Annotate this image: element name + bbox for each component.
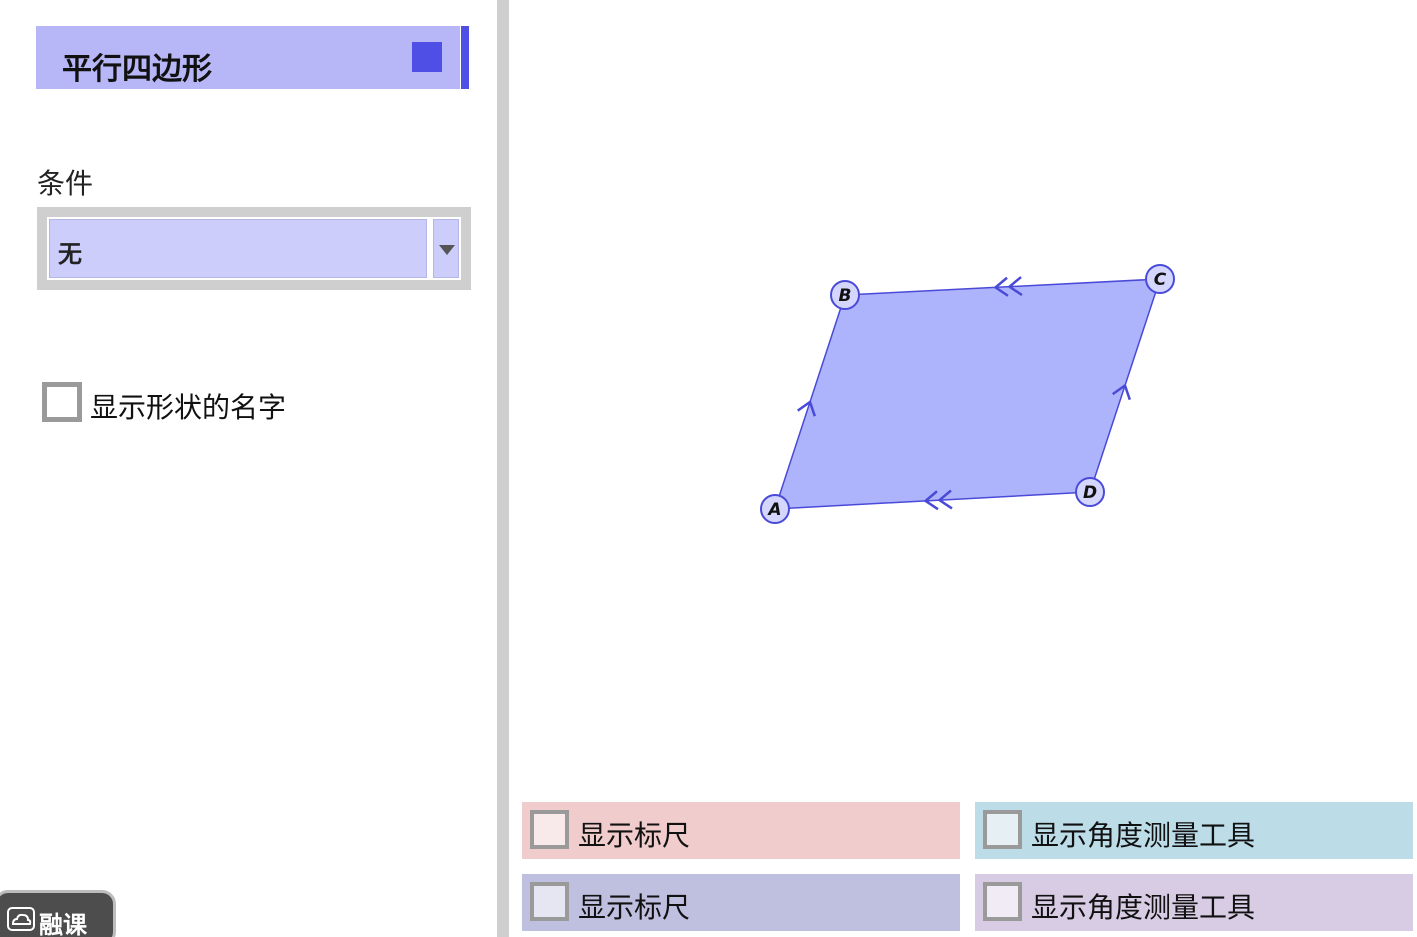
condition-select-inner: 无	[47, 217, 461, 280]
protractor-label-2: 显示角度测量工具	[1031, 891, 1256, 924]
tool-button-protractor-1[interactable]: 显示角度测量工具	[975, 802, 1413, 859]
parallelogram-figure: A B C D	[760, 264, 1175, 524]
ruler-label-2: 显示标尺	[578, 891, 691, 924]
show-shape-name-checkbox[interactable]	[42, 382, 82, 422]
vertex-label-c: C	[1154, 270, 1167, 290]
show-shape-name-label: 显示形状的名字	[90, 391, 287, 424]
ruler-checkbox-2[interactable]	[530, 882, 569, 921]
color-swatch-icon[interactable]	[412, 42, 442, 72]
app: 平行四边形 条件 无 显示形状的名字 融课 A B C D 显示标尺 显示角度测…	[0, 0, 1417, 937]
condition-select[interactable]: 无	[37, 207, 471, 290]
chevron-down-icon	[439, 245, 455, 255]
protractor-checkbox-1[interactable]	[983, 810, 1022, 849]
condition-select-toggle[interactable]	[433, 219, 459, 278]
condition-selected-value: 无	[58, 240, 82, 268]
tool-button-protractor-2[interactable]: 显示角度测量工具	[975, 874, 1413, 931]
ruler-checkbox-1[interactable]	[530, 810, 569, 849]
logo-text: 融课	[39, 911, 87, 937]
cloud-icon	[7, 907, 35, 931]
panel-divider[interactable]	[497, 0, 509, 937]
vertex-label-a: A	[766, 500, 781, 520]
condition-label: 条件	[37, 167, 94, 200]
protractor-label-1: 显示角度测量工具	[1031, 819, 1256, 852]
protractor-checkbox-2[interactable]	[983, 882, 1022, 921]
tool-button-ruler-1[interactable]: 显示标尺	[522, 802, 960, 859]
condition-select-field[interactable]: 无	[49, 219, 427, 278]
vertex-label-b: B	[839, 286, 852, 306]
ruler-label-1: 显示标尺	[578, 819, 691, 852]
title-accent-bar	[461, 26, 469, 89]
geometry-canvas[interactable]: A B C D 显示标尺 显示角度测量工具 显示标尺 显示角度测量工具	[509, 0, 1417, 937]
page-title: 平行四边形	[62, 52, 212, 87]
vertex-label-d: D	[1083, 483, 1097, 503]
left-panel: 平行四边形 条件 无 显示形状的名字 融课	[0, 0, 497, 937]
parallelogram-shape	[773, 278, 1162, 510]
tool-button-ruler-2[interactable]: 显示标尺	[522, 874, 960, 931]
title-bar: 平行四边形	[36, 26, 460, 89]
logo-tab[interactable]: 融课	[0, 890, 116, 937]
